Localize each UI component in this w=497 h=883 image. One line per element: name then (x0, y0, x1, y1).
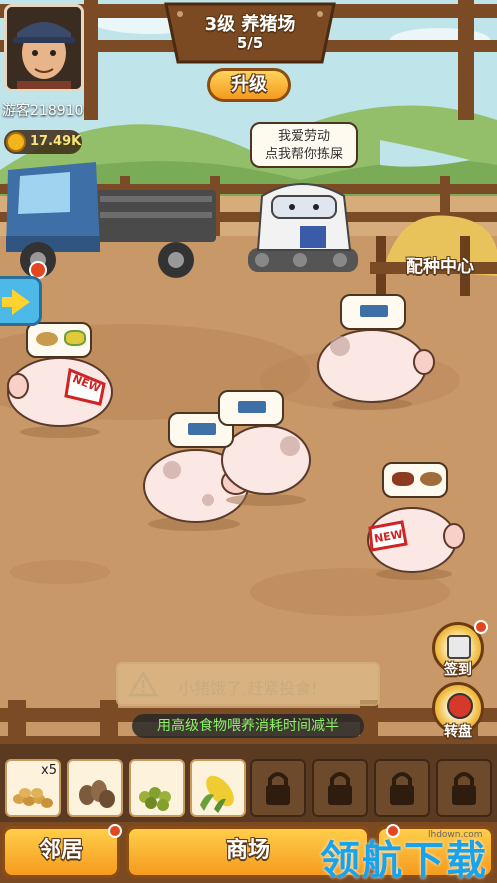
checkin-label: 签到 (444, 662, 472, 678)
arrow-right-icon (2, 297, 12, 307)
avatar[interactable] (4, 4, 84, 92)
peas-icon (139, 787, 171, 811)
lock-icon (328, 772, 352, 805)
upgrade-button[interactable]: 升级 (207, 68, 291, 102)
seeds-icon (79, 780, 115, 808)
meat-icon (392, 472, 414, 486)
truck-icon (188, 423, 216, 435)
inventory-slot-peas[interactable] (129, 759, 185, 817)
farm-title: 3级 养猪场 (204, 14, 296, 35)
expand-arrow-button[interactable] (0, 276, 42, 326)
lock-icon (266, 772, 290, 805)
coin-amount: 17.49K (30, 134, 82, 149)
wheel-label: 转盘 (444, 724, 472, 740)
truck-icon (238, 401, 266, 413)
game-screen: NEW NEW 游客218910 17.49K 3级 养猪场 5/5 升级 我爱… (0, 0, 497, 883)
coin-counter: 17.49K (4, 130, 82, 154)
pig-4[interactable] (317, 329, 435, 410)
inventory-slot-locked[interactable] (312, 759, 368, 817)
wheel-icon (447, 693, 473, 719)
slot-count: x5 (41, 763, 57, 778)
cleaning-robot[interactable] (248, 172, 358, 272)
truck-icon (360, 305, 388, 317)
robot-speech-line2: 点我帮你拣屎 (264, 147, 343, 162)
robot-speech-bubble[interactable]: 我爱劳动 点我帮你拣屎 (250, 122, 358, 168)
corn-icon (200, 775, 234, 813)
lock-icon (390, 772, 414, 805)
inventory-slot-seeds[interactable] (67, 759, 123, 817)
pig-capacity: 5/5 (236, 34, 264, 52)
pig-request-bubble[interactable] (26, 322, 92, 358)
inventory-slot-corn[interactable] (190, 759, 246, 817)
watermark-url: lhdown.com (428, 830, 483, 840)
grain-icon (420, 472, 442, 486)
pig-request-bubble[interactable] (218, 390, 284, 426)
coin-icon (6, 132, 26, 152)
pig-1[interactable] (7, 357, 113, 438)
inventory-slot-locked[interactable] (250, 759, 306, 817)
hunger-warning-text: 小猪饿了,赶紧投食! (178, 679, 318, 698)
player-name: 游客218910 (2, 103, 84, 119)
breeding-center-button[interactable]: 配种中心 (394, 252, 486, 277)
pig-request-bubble[interactable] (340, 294, 406, 330)
corn-icon (64, 330, 86, 346)
notification-dot (474, 620, 488, 634)
inventory-slot-locked[interactable] (436, 759, 492, 817)
farmer-avatar-icon (7, 7, 81, 89)
calendar-icon (447, 635, 471, 659)
neighbors-button[interactable]: 邻居 (2, 826, 120, 878)
feeding-tip: 用高级食物喂养消耗时间减半 (132, 714, 364, 738)
notification-dot (108, 824, 122, 838)
warning-icon (128, 671, 158, 697)
inventory-slot-locked[interactable] (374, 759, 430, 817)
pig-request-bubble[interactable] (382, 462, 448, 498)
grain-icon (36, 332, 58, 346)
robot-speech-line1: 我爱劳动 (277, 129, 330, 144)
lock-icon (452, 772, 476, 805)
